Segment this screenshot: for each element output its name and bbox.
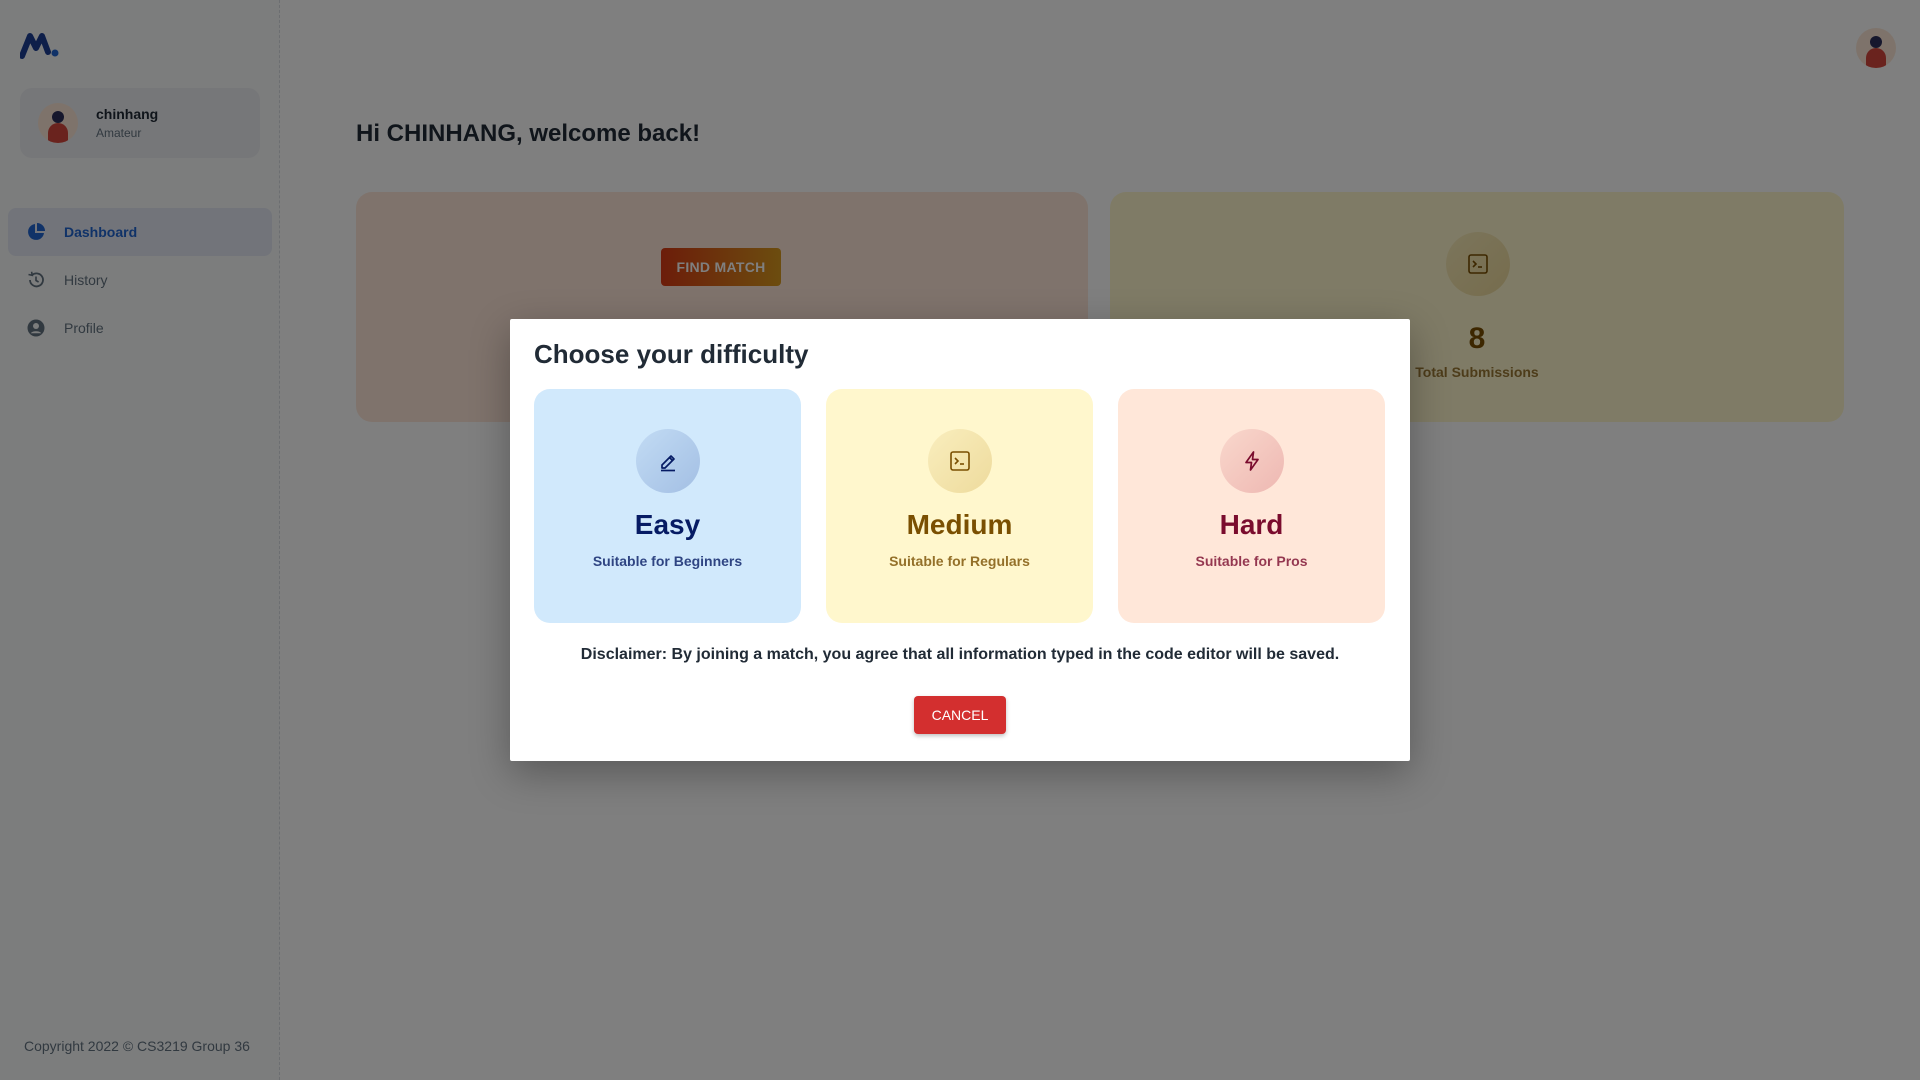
difficulty-subtitle: Suitable for Regulars [889, 553, 1030, 569]
dialog-title: Choose your difficulty [534, 339, 809, 369]
terminal-icon [928, 429, 992, 493]
disclaimer-text: Disclaimer: By joining a match, you agre… [580, 646, 1340, 663]
difficulty-hard-card[interactable]: Hard Suitable for Pros [1118, 389, 1385, 623]
difficulty-name: Hard [1219, 509, 1284, 540]
difficulty-name: Easy [634, 509, 701, 540]
difficulty-easy-card[interactable]: Easy Suitable for Beginners [534, 389, 801, 623]
pencil-icon [636, 429, 700, 493]
difficulty-dialog: Choose your difficulty Easy Suitable for… [510, 319, 1410, 761]
lightning-icon [1220, 429, 1284, 493]
difficulty-name: Medium [906, 509, 1013, 540]
difficulty-subtitle: Suitable for Beginners [592, 553, 743, 569]
cancel-button[interactable]: CANCEL [914, 696, 1006, 734]
difficulty-medium-card[interactable]: Medium Suitable for Regulars [826, 389, 1093, 623]
difficulty-subtitle: Suitable for Pros [1195, 553, 1308, 569]
